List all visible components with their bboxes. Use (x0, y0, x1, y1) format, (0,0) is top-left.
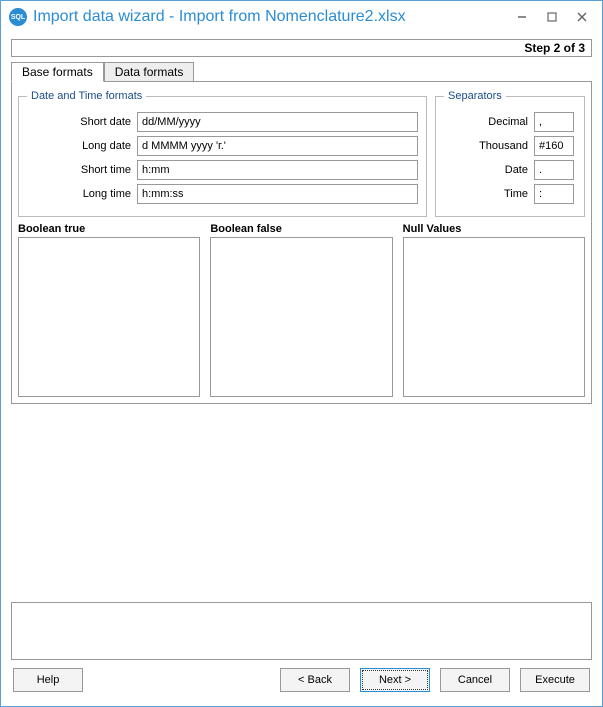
import-wizard-window: SQL Import data wizard - Import from Nom… (0, 0, 603, 707)
window-title: Import data wizard - Import from Nomencl… (33, 8, 506, 26)
cancel-button[interactable]: Cancel (440, 668, 510, 692)
help-button[interactable]: Help (13, 668, 83, 692)
execute-button[interactable]: Execute (520, 668, 590, 692)
group-label-datetime: Date and Time formats (27, 90, 146, 102)
step-indicator: Step 2 of 3 (11, 39, 592, 57)
input-long-date[interactable] (137, 136, 418, 156)
label-long-time: Long time (27, 188, 137, 200)
input-time-sep[interactable] (534, 184, 574, 204)
label-null-values: Null Values (403, 223, 585, 235)
input-long-time[interactable] (137, 184, 418, 204)
list-boolean-false[interactable] (210, 237, 392, 397)
message-area (11, 602, 592, 660)
tab-data-formats[interactable]: Data formats (104, 62, 195, 82)
label-thousand: Thousand (444, 140, 534, 152)
label-short-date: Short date (27, 116, 137, 128)
label-long-date: Long date (27, 140, 137, 152)
maximize-button[interactable] (542, 7, 562, 27)
list-null-values[interactable] (403, 237, 585, 397)
input-date-sep[interactable] (534, 160, 574, 180)
label-decimal: Decimal (444, 116, 534, 128)
step-label: Step 2 of 3 (524, 41, 585, 55)
label-short-time: Short time (27, 164, 137, 176)
content-area: Step 2 of 3 Base formats Data formats Da… (1, 33, 602, 706)
label-boolean-true: Boolean true (18, 223, 200, 235)
label-date-sep: Date (444, 164, 534, 176)
input-decimal[interactable] (534, 112, 574, 132)
label-boolean-false: Boolean false (210, 223, 392, 235)
back-button[interactable]: < Back (280, 668, 350, 692)
tab-base-formats[interactable]: Base formats (11, 62, 104, 82)
input-short-date[interactable] (137, 112, 418, 132)
label-time-sep: Time (444, 188, 534, 200)
close-button[interactable] (572, 7, 592, 27)
tab-strip: Base formats Data formats (11, 61, 592, 81)
group-label-separators: Separators (444, 90, 506, 102)
input-thousand[interactable] (534, 136, 574, 156)
group-date-time-formats: Date and Time formats Short date Long da… (18, 90, 427, 217)
titlebar: SQL Import data wizard - Import from Nom… (1, 1, 602, 33)
input-short-time[interactable] (137, 160, 418, 180)
button-bar: Help < Back Next > Cancel Execute (11, 668, 592, 698)
minimize-button[interactable] (512, 7, 532, 27)
group-separators: Separators Decimal Thousand Date Tim (435, 90, 585, 217)
tab-page-base-formats: Date and Time formats Short date Long da… (11, 81, 592, 404)
window-controls (512, 7, 596, 27)
next-button[interactable]: Next > (360, 668, 430, 692)
list-boolean-true[interactable] (18, 237, 200, 397)
app-icon: SQL (9, 8, 27, 26)
